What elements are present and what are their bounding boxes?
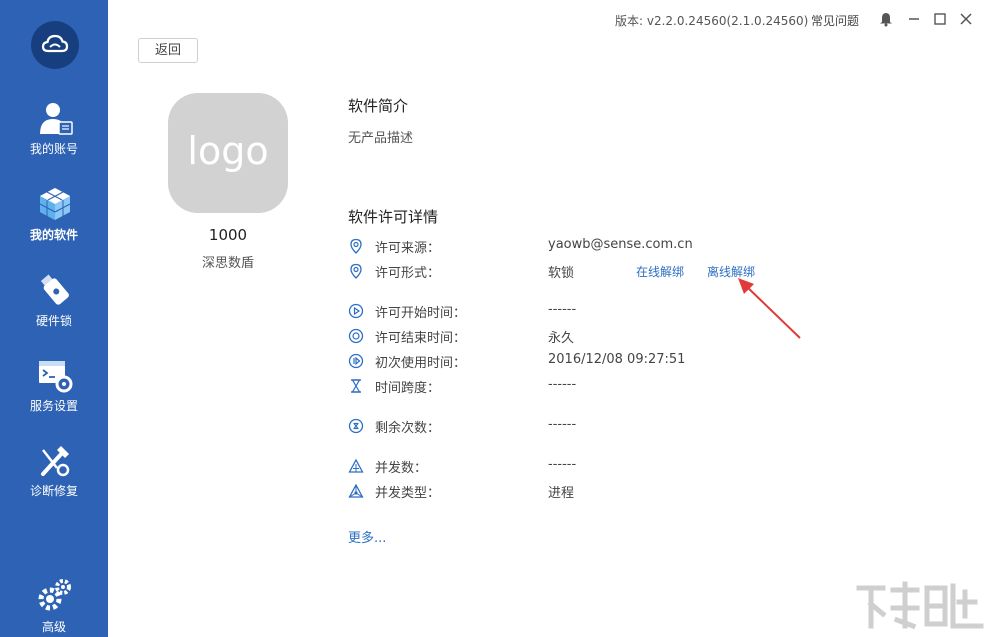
license-source-value: yaowb@sense.com.cn (548, 237, 693, 252)
license-concurrent-label: 并发数： (375, 461, 428, 476)
intro-description: 无产品描述 (348, 131, 414, 146)
product-logo: logo (168, 93, 288, 213)
app-logo (31, 21, 79, 69)
license-concurrent-type-label: 并发类型： (375, 486, 441, 501)
sidebar-item-account[interactable]: 我的账号 (0, 100, 108, 170)
repair-tool-icon (41, 446, 70, 477)
bell-icon[interactable] (878, 11, 894, 27)
gears-icon (38, 579, 71, 611)
license-remaining-label: 剩余次数： (375, 421, 441, 436)
license-start-label: 许可开始时间： (375, 306, 467, 321)
maximize-icon[interactable] (932, 11, 948, 27)
sidebar: 我的账号 我的软件 硬件锁 服务设置 诊断修复 高级 (0, 0, 108, 637)
sidebar-item-label: 我的软件 (29, 228, 78, 242)
license-span-label: 时间跨度： (375, 381, 441, 396)
software-cube-icon (39, 188, 71, 220)
license-concurrent-row: 并发数： ------ (348, 456, 828, 476)
stop-circle-icon (348, 328, 364, 344)
location-pin-icon (350, 238, 362, 254)
sidebar-item-advanced[interactable]: 高级 (0, 578, 108, 637)
product-id: 1000 (208, 226, 248, 244)
sidebar-item-service-settings[interactable]: 服务设置 (0, 357, 108, 427)
faq-link[interactable]: 常见问题 (811, 12, 859, 29)
license-span-row: 时间跨度： ------ (348, 376, 828, 396)
sidebar-item-hardware-lock[interactable]: 硬件锁 (0, 272, 108, 342)
license-end-value: 永久 (548, 331, 575, 346)
location-pin-icon (350, 263, 362, 279)
license-remaining-row: 剩余次数： ------ (348, 416, 828, 436)
play-circle-icon (348, 303, 364, 319)
minimize-icon[interactable] (906, 11, 922, 27)
terminal-gear-icon (39, 361, 73, 393)
license-concurrent-type-row: 并发类型： 进程 (348, 481, 828, 501)
license-end-label: 许可结束时间： (375, 331, 467, 346)
sidebar-item-label: 服务设置 (29, 399, 78, 413)
license-form-value: 软锁 (548, 266, 575, 281)
sidebar-item-software[interactable]: 我的软件 (0, 186, 108, 256)
license-concurrent-type-value: 进程 (548, 486, 575, 501)
license-start-value: ------ (548, 302, 577, 317)
more-link[interactable]: 更多... (348, 527, 386, 546)
online-unbind-link[interactable]: 在线解绑 (636, 263, 684, 280)
product-logo-text: logo (187, 129, 269, 173)
license-first-use-row: 初次使用时间： 2016/12/08 09:27:51 (348, 351, 828, 371)
hourglass-icon (351, 379, 361, 393)
account-icon (40, 103, 73, 135)
close-icon[interactable] (958, 11, 974, 27)
cloud-logo-icon (41, 34, 69, 53)
license-span-value: ------ (548, 377, 577, 392)
first-use-circle-icon (348, 353, 364, 369)
sidebar-item-label: 高级 (41, 620, 66, 634)
network-triangle-icon (348, 483, 364, 498)
license-source-row: 许可来源： yaowb@sense.com.cn (348, 236, 828, 256)
license-end-row: 许可结束时间： 永久 (348, 326, 828, 346)
watermark-logo (856, 581, 984, 630)
back-button[interactable]: 返回 (138, 38, 198, 63)
license-start-row: 许可开始时间： ------ (348, 301, 828, 321)
license-concurrent-value: ------ (548, 457, 577, 472)
sidebar-item-label: 我的账号 (29, 142, 78, 156)
product-vendor: 深思数盾 (201, 256, 254, 271)
concurrent-triangle-icon (348, 458, 364, 473)
version-text: 版本: v2.2.0.24560(2.1.0.24560) (615, 14, 809, 28)
license-title: 软件许可详情 (348, 208, 439, 226)
license-first-use-label: 初次使用时间： (375, 356, 467, 371)
usb-lock-icon (40, 274, 69, 305)
license-first-use-value: 2016/12/08 09:27:51 (548, 352, 686, 367)
sidebar-item-label: 硬件锁 (35, 314, 72, 328)
sidebar-item-label: 诊断修复 (29, 484, 78, 498)
sidebar-item-diagnose-repair[interactable]: 诊断修复 (0, 442, 108, 512)
intro-title: 软件简介 (348, 97, 409, 115)
license-source-label: 许可来源： (375, 241, 441, 256)
license-remaining-value: ------ (548, 417, 577, 432)
count-circle-icon (348, 418, 364, 434)
license-form-label: 许可形式： (375, 266, 441, 281)
